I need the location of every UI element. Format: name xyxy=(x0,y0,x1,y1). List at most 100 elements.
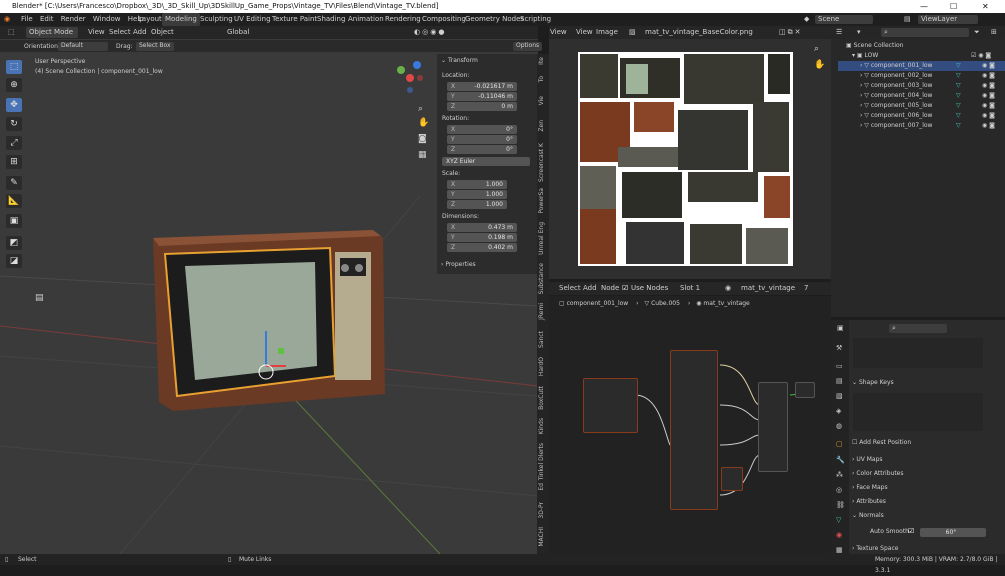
tab-modeling[interactable]: Modeling xyxy=(162,13,200,26)
view-layer-selector[interactable]: ViewLayer xyxy=(918,15,978,24)
transform-orientation[interactable]: Global xyxy=(227,26,249,39)
material-users-count[interactable]: 7 xyxy=(804,282,808,295)
add-rest-position-row[interactable]: ☐ Add Rest Position xyxy=(852,439,911,446)
object-tab-icon[interactable]: ▢ xyxy=(836,440,843,448)
menu-object[interactable]: Object xyxy=(151,26,174,39)
menu-file[interactable]: File xyxy=(21,13,33,26)
view-layer-tab-icon[interactable]: ▧ xyxy=(836,392,843,400)
filter-icon[interactable]: ⏷ xyxy=(974,26,980,39)
tab-sculpting[interactable]: Sculpting xyxy=(197,13,236,26)
eye-icon[interactable]: ◉ ◙ xyxy=(982,121,995,131)
tab-animation[interactable]: Animation xyxy=(345,13,387,26)
scene-selector[interactable]: Scene xyxy=(815,15,873,24)
image-menu-view-2[interactable]: View xyxy=(576,26,593,39)
face-maps-panel[interactable]: › Face Maps xyxy=(852,484,888,491)
menu-window[interactable]: Window xyxy=(93,13,121,26)
scene-tab-icon[interactable]: ◈ xyxy=(836,407,841,415)
physics-tab-icon[interactable]: ◎ xyxy=(836,486,842,494)
properties-editor-icon[interactable]: ▣ xyxy=(837,324,844,332)
image-menu-view-1[interactable]: View xyxy=(550,26,567,39)
zoom-icon[interactable]: ⌕ xyxy=(418,104,423,114)
tab-boxcutter[interactable]: BoxCutt xyxy=(538,386,548,410)
outliner-item[interactable]: › ▽ component_003_low ▽ ◉ ◙ xyxy=(838,81,1005,91)
minimize-button[interactable]: — xyxy=(920,0,928,13)
tab-rendering[interactable]: Rendering xyxy=(382,13,424,26)
orientation-dropdown[interactable]: Default xyxy=(58,42,108,51)
scale-z-field[interactable]: Z 1.000 xyxy=(447,200,507,209)
output-tab-icon[interactable]: ▤ xyxy=(836,377,843,385)
select-box-tool-icon[interactable]: ⬚ xyxy=(6,60,22,74)
scene-icon[interactable]: ◆ xyxy=(804,13,809,26)
menu-view[interactable]: View xyxy=(88,26,105,39)
render-tab-icon[interactable]: ▭ xyxy=(836,362,843,370)
shape-keys-list[interactable] xyxy=(853,393,983,431)
outliner-item[interactable]: › ▽ component_001_low ▽ ◉ ◙ xyxy=(838,61,1005,71)
material-tab-icon[interactable]: ◉ xyxy=(836,531,842,539)
maximize-button[interactable]: ☐ xyxy=(950,0,957,13)
tab-layout[interactable]: Layout xyxy=(135,13,165,26)
menu-edit[interactable]: Edit xyxy=(40,13,54,26)
outliner-editor-icon[interactable]: ☰ xyxy=(836,26,842,39)
extrude-tool-icon[interactable]: ◩ xyxy=(6,236,22,250)
eye-icon[interactable]: ◉ ◙ xyxy=(982,61,995,71)
image-zoom-icon[interactable]: ⌕ xyxy=(814,44,819,54)
tab-uv-editing[interactable]: UV Editing xyxy=(231,13,274,26)
annotate-tool-icon[interactable]: ✎ xyxy=(6,176,22,190)
node-small[interactable] xyxy=(721,467,743,491)
tab-sanct[interactable]: Sanct xyxy=(538,331,548,348)
dimension-x-field[interactable]: X 0.473 m xyxy=(447,223,517,232)
eye-icon[interactable]: ◉ ◙ xyxy=(982,101,995,111)
navigation-gizmo[interactable] xyxy=(392,58,428,98)
menu-select[interactable]: Select xyxy=(109,26,131,39)
data-tab-icon[interactable]: ▽ xyxy=(836,516,841,524)
menu-render[interactable]: Render xyxy=(61,13,86,26)
particles-tab-icon[interactable]: ⁂ xyxy=(836,471,843,479)
drag-dropdown[interactable]: Select Box xyxy=(136,42,174,51)
tab-hardops[interactable]: HardO xyxy=(538,357,548,376)
pan-hand-icon[interactable]: ✋ xyxy=(418,118,429,128)
properties-subpanel[interactable]: › Properties xyxy=(441,261,476,268)
mode-selector[interactable]: Object Mode xyxy=(26,27,78,38)
location-y-field[interactable]: Y -0.11046 m xyxy=(447,92,517,101)
node-menu-select[interactable]: Select xyxy=(559,282,581,295)
rotate-tool-icon[interactable]: ↻ xyxy=(6,117,22,131)
tab-shading[interactable]: Shading xyxy=(314,13,348,26)
auto-smooth-checkbox[interactable]: ☑ xyxy=(908,527,914,535)
image-menu-image[interactable]: Image xyxy=(596,26,618,39)
texture-tab-icon[interactable]: ▦ xyxy=(836,546,843,554)
constraints-tab-icon[interactable]: ⛓ xyxy=(836,501,845,509)
tab-powersave[interactable]: PowerSa xyxy=(538,188,548,214)
scale-tool-icon[interactable]: ⤢ xyxy=(6,136,22,150)
outliner-item[interactable]: › ▽ component_007_low ▽ ◉ ◙ xyxy=(838,121,1005,131)
tab-view[interactable]: Vie xyxy=(538,96,548,105)
material-name-field[interactable]: mat_tv_vintage xyxy=(741,282,795,295)
perspective-grid-icon[interactable]: ▦ xyxy=(418,150,427,160)
new-collection-icon[interactable]: ⊞ xyxy=(991,26,997,39)
image-name-field[interactable]: mat_tv_vintage_BaseColor.png xyxy=(645,26,753,39)
image-action-icons[interactable]: ◫⧉✕ xyxy=(779,26,802,39)
node-frame-middle[interactable] xyxy=(670,350,718,510)
tab-screencast-keys[interactable]: Screencast K xyxy=(538,143,548,182)
uv-maps-panel[interactable]: › UV Maps xyxy=(852,456,883,463)
tab-zen[interactable]: Zen xyxy=(538,120,548,132)
location-x-field[interactable]: X -0.021617 m xyxy=(447,82,517,91)
tab-tinkel-dlerts[interactable]: Tinkel Dlerts xyxy=(538,443,548,480)
tool-tab-icon[interactable]: ⚒ xyxy=(836,344,842,352)
rotation-z-field[interactable]: Z 0° xyxy=(447,145,517,154)
viewport-shading-icons[interactable]: ◐◎◉● xyxy=(414,26,446,39)
image-pan-icon[interactable]: ✋ xyxy=(814,60,825,70)
scale-x-field[interactable]: X 1.000 xyxy=(447,180,507,189)
tab-item[interactable]: Ite xyxy=(538,57,548,65)
editor-type-icon[interactable]: ⬚ xyxy=(8,26,15,39)
rotation-y-field[interactable]: Y 0° xyxy=(447,135,517,144)
world-tab-icon[interactable]: ◍ xyxy=(836,422,842,430)
close-button[interactable]: ✕ xyxy=(982,0,989,13)
transform-tool-icon[interactable]: ⊞ xyxy=(6,155,22,169)
transform-gizmo[interactable] xyxy=(248,326,288,386)
outliner-item[interactable]: › ▽ component_004_low ▽ ◉ ◙ xyxy=(838,91,1005,101)
camera-icon[interactable]: ◙ xyxy=(418,134,427,144)
eye-icon[interactable]: ◉ ◙ xyxy=(982,91,995,101)
bevel-tool-icon[interactable]: ◪ xyxy=(6,254,22,268)
material-output-node[interactable] xyxy=(795,382,815,398)
outliner-display-mode-icon[interactable]: ▾ xyxy=(857,26,861,39)
